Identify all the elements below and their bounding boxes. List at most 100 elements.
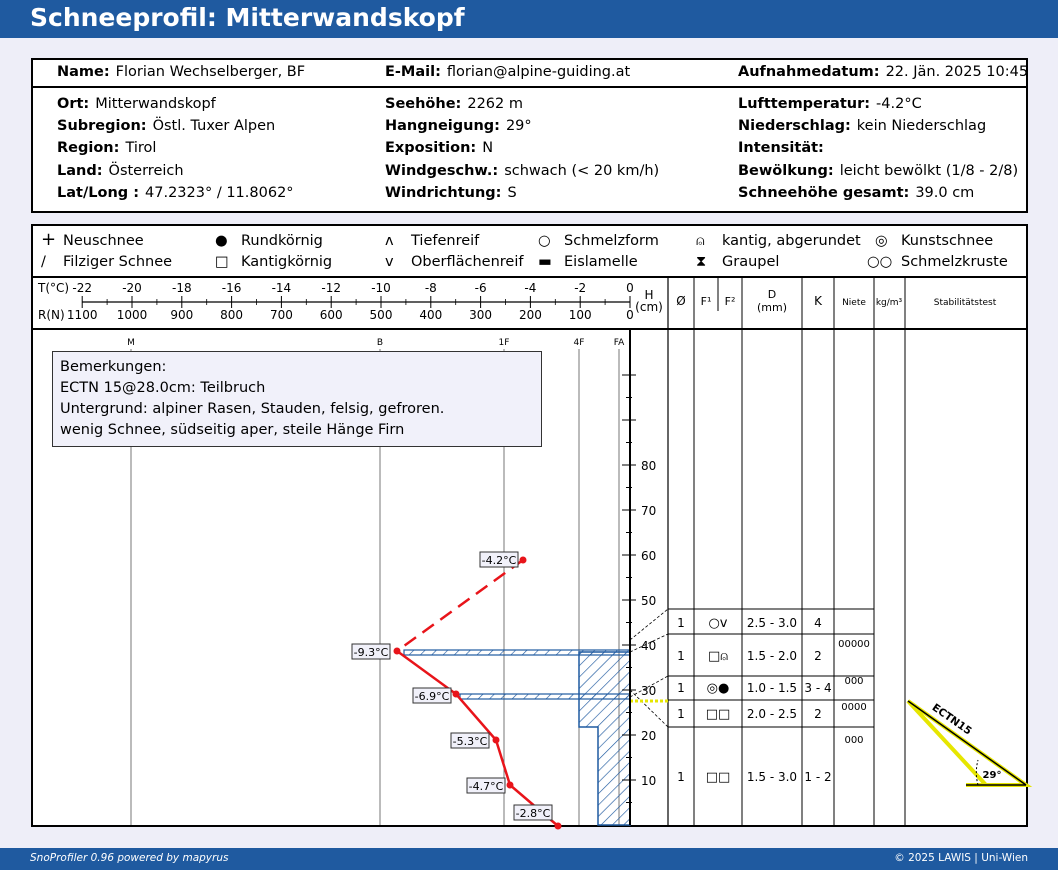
resistance-tick-label: 800	[220, 308, 243, 322]
hardness-tick-label: M	[127, 338, 135, 348]
height-tick-label: 60	[641, 549, 656, 563]
height-tick-label: 50	[641, 594, 656, 608]
table-header: K	[814, 294, 823, 308]
resistance-axis-label: R(N)	[38, 308, 65, 322]
resistance-tick-label: 100	[569, 308, 592, 322]
hardness-thin-layer	[403, 649, 631, 656]
resistance-tick-label: 400	[419, 308, 442, 322]
table-header: Ø	[676, 294, 685, 308]
height-tick-label: 10	[641, 774, 656, 788]
height-tick-label: 40	[641, 639, 656, 653]
footer-copyright: © 2025 LAWIS | Uni-Wien	[894, 852, 1028, 864]
table-header: Stabilitätstest	[934, 298, 997, 308]
layer-hardness: 4	[814, 616, 822, 630]
remarks-box: Bemerkungen: ECTN 15@28.0cm: Teilbruch U…	[52, 351, 542, 447]
temp-point	[492, 736, 500, 744]
temp-point	[506, 781, 514, 789]
temp-label: -5.3°C	[453, 735, 488, 748]
layer-grain-shape: ○v	[708, 616, 727, 631]
layer-number: 1	[677, 681, 685, 695]
temp-label: -2.8°C	[516, 807, 551, 820]
layer-hardness: 3 - 4	[804, 681, 831, 695]
temp-label: -9.3°C	[354, 646, 389, 659]
resistance-tick-label: 0	[626, 308, 634, 322]
layer-niete: 000	[844, 676, 863, 687]
temp-point	[393, 647, 401, 655]
temp-tick-label: -18	[172, 281, 192, 295]
height-tick-label: 70	[641, 504, 656, 518]
temp-label: -4.2°C	[482, 554, 517, 567]
temp-axis-label: T(°C)	[37, 281, 69, 295]
remarks-line: ECTN 15@28.0cm: Teilbruch	[60, 380, 266, 396]
layer-hardness: 2	[814, 707, 822, 721]
footer-credit: SnoProfiler 0.96 powered by mapyrus	[30, 852, 229, 864]
hardness-thin-layer	[459, 693, 631, 700]
resistance-tick-label: 600	[320, 308, 343, 322]
resistance-tick-label: 1100	[67, 308, 98, 322]
slope-angle-label: 29°	[983, 770, 1002, 781]
resistance-tick-label: 300	[469, 308, 492, 322]
hardness-tick-label: B	[377, 338, 383, 348]
temp-tick-label: -10	[371, 281, 391, 295]
table-header: F¹	[701, 295, 712, 308]
layer-hardness: 2	[814, 649, 822, 663]
layer-niete: 000	[844, 735, 863, 746]
temp-tick-label: -14	[272, 281, 292, 295]
resistance-tick-label: 1000	[117, 308, 148, 322]
layer-grain-size: 2.5 - 3.0	[747, 616, 797, 630]
stability-test: ECTN1529°	[906, 699, 1033, 787]
angle-arc	[975, 759, 979, 786]
footer: SnoProfiler 0.96 powered by mapyrus © 20…	[0, 848, 1058, 870]
height-tick-label: 80	[641, 459, 656, 473]
temp-tick-label: -2	[574, 281, 586, 295]
temp-point	[519, 556, 527, 564]
remarks-line: wenig Schnee, südseitig aper, steile Hän…	[60, 422, 405, 438]
resistance-tick-label: 900	[170, 308, 193, 322]
hardness-area	[578, 651, 631, 826]
temp-tick-label: -6	[475, 281, 487, 295]
layer-number: 1	[677, 707, 685, 721]
layer-grain-shape: ◎●	[707, 681, 730, 696]
hardness-profile	[403, 649, 668, 826]
layer-number: 1	[677, 616, 685, 630]
layer-niete: 00000	[838, 639, 870, 650]
temp-label: -4.7°C	[469, 780, 504, 793]
slope-line	[907, 700, 1027, 786]
layer-grain-shape: □⍝	[708, 649, 728, 664]
resistance-tick-label: 700	[270, 308, 293, 322]
temp-tick-label: -22	[72, 281, 92, 295]
layer-grain-size: 1.0 - 1.5	[747, 681, 797, 695]
resistance-tick-label: 200	[519, 308, 542, 322]
remarks-title: Bemerkungen:	[60, 359, 167, 375]
temp-tick-label: -16	[222, 281, 242, 295]
temp-tick-label: 0	[626, 281, 634, 295]
height-axis-unit: (cm)	[635, 300, 663, 314]
table-header: F²	[725, 295, 736, 308]
temp-tick-label: -20	[122, 281, 142, 295]
layer-grain-size: 1.5 - 3.0	[747, 770, 797, 784]
layer-grain-size: 1.5 - 2.0	[747, 649, 797, 663]
temperature-profile: -4.2°C -9.3°C -6.9°C -5.3°C -4.7°C -2.8°C	[351, 551, 562, 830]
table-header: (mm)	[757, 301, 787, 314]
layer-niete: 0000	[841, 702, 866, 713]
temp-tick-label: -12	[321, 281, 341, 295]
hardness-tick-label: 1F	[499, 338, 510, 348]
temp-tick-label: -4	[524, 281, 536, 295]
table-header: kg/m³	[876, 298, 903, 308]
temp-point	[452, 690, 460, 698]
temp-tick-label: -8	[425, 281, 437, 295]
hardness-tick-label: 4F	[574, 338, 585, 348]
temp-label: -6.9°C	[415, 690, 450, 703]
layer-grain-shape: □□	[706, 707, 731, 722]
hardness-tick-label: FA	[614, 338, 625, 348]
layer-grain-shape: □□	[706, 770, 731, 785]
height-tick-label: 20	[641, 729, 656, 743]
height-tick-label: 30	[641, 684, 656, 698]
layer-number: 1	[677, 649, 685, 663]
layer-number: 1	[677, 770, 685, 784]
table-header: D	[768, 288, 776, 301]
remarks-line: Untergrund: alpiner Rasen, Stauden, fels…	[60, 401, 445, 417]
resistance-tick-label: 500	[370, 308, 393, 322]
layer-grain-size: 2.0 - 2.5	[747, 707, 797, 721]
table-header: Niete	[842, 298, 866, 308]
